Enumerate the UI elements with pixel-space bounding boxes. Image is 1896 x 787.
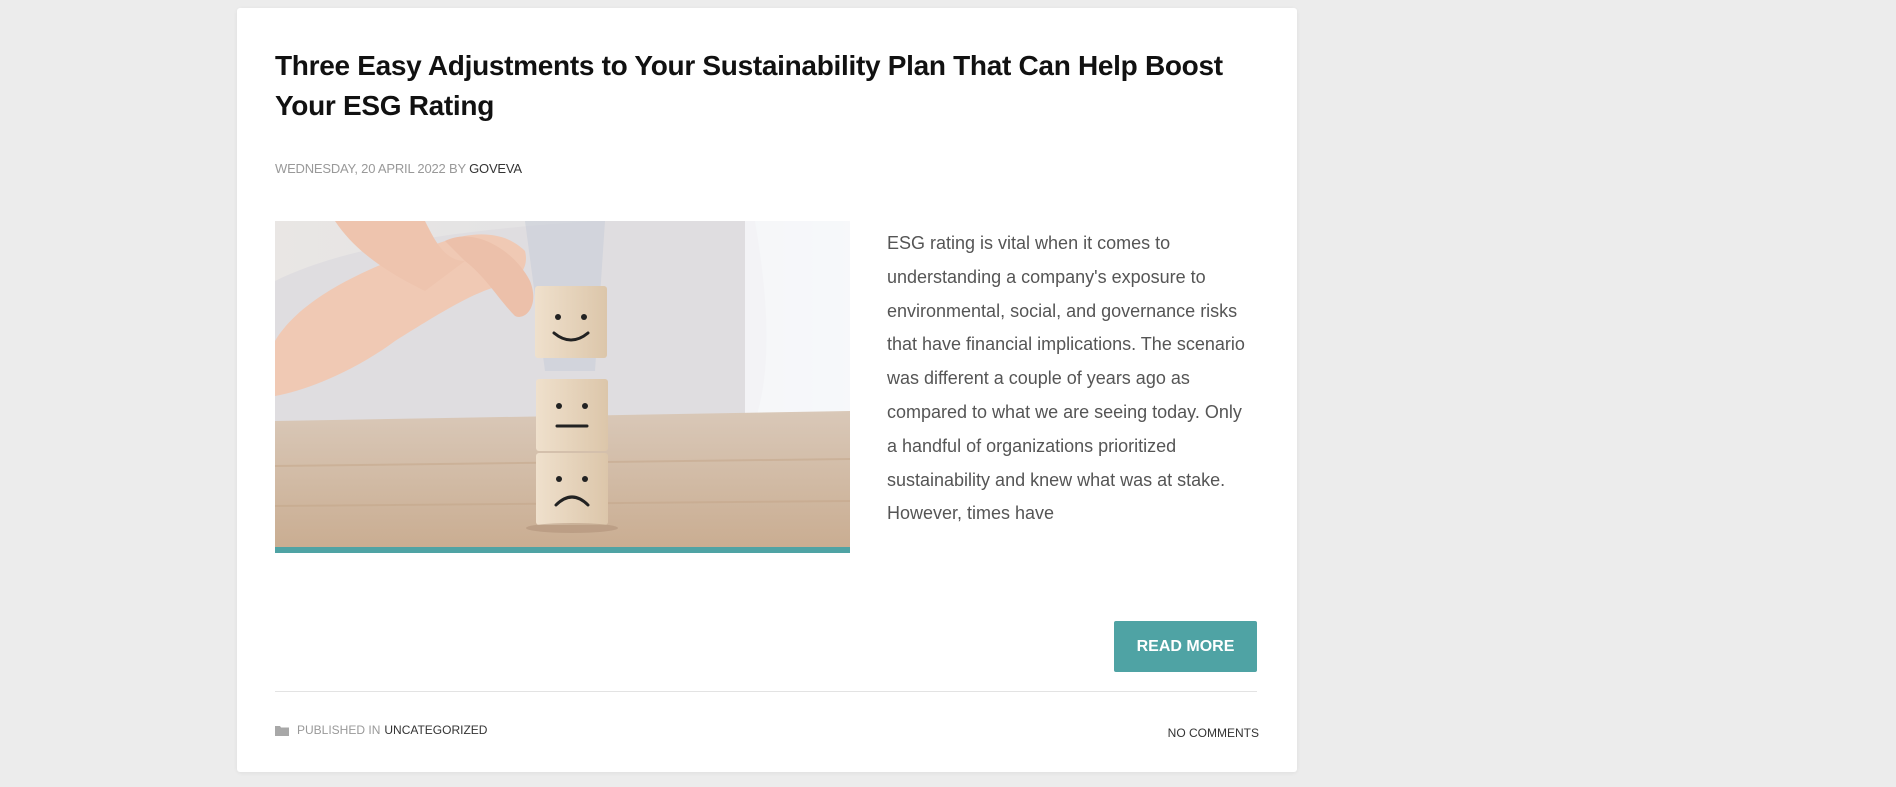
- read-more-button[interactable]: READ MORE: [1114, 621, 1257, 672]
- by-label: BY: [448, 161, 466, 176]
- post-category-meta: PUBLISHED IN UNCATEGORIZED: [275, 723, 487, 737]
- category-link[interactable]: UNCATEGORIZED: [384, 723, 487, 737]
- post-excerpt: ESG rating is vital when it comes to und…: [887, 233, 1245, 524]
- folder-icon: [275, 725, 289, 736]
- post-meta: WEDNESDAY, 20 APRIL 2022 BY GOVEVA: [275, 161, 522, 176]
- footer-divider: [275, 691, 1257, 692]
- image-accent-bar: [275, 547, 850, 553]
- published-in-label: PUBLISHED IN: [297, 723, 381, 737]
- post-date: WEDNESDAY, 20 APRIL 2022: [275, 161, 446, 176]
- post-author-link[interactable]: GOVEVA: [469, 161, 522, 176]
- post-title[interactable]: Three Easy Adjustments to Your Sustainab…: [275, 46, 1275, 126]
- blog-post-card: Three Easy Adjustments to Your Sustainab…: [237, 8, 1297, 772]
- comments-link[interactable]: NO COMMENTS: [1168, 726, 1259, 740]
- featured-image[interactable]: [275, 221, 850, 553]
